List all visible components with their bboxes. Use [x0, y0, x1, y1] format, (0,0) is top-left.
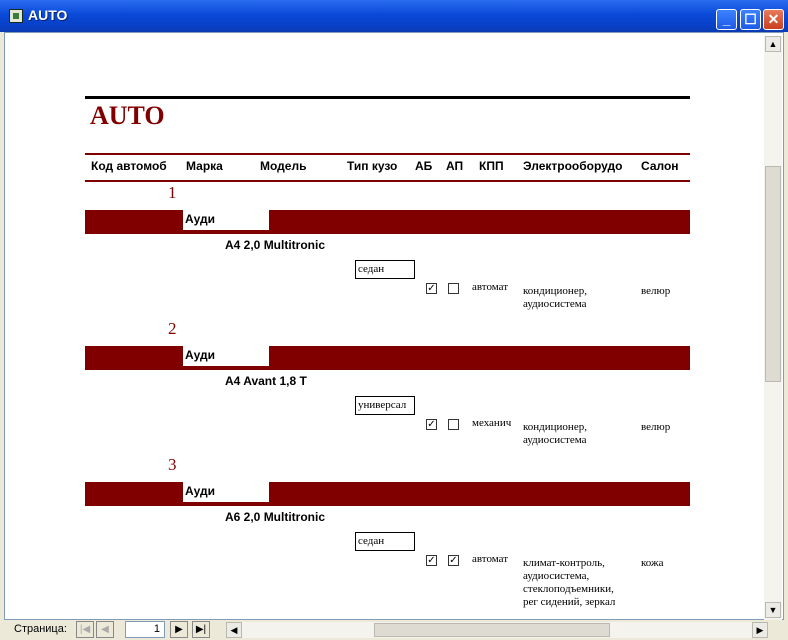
report-icon	[9, 9, 23, 23]
window-title: AUTO	[28, 7, 68, 23]
report-preview: AUTO Код автомоб Марка Модель Тип кузо А…	[4, 32, 784, 620]
model-value: A4 2,0 Multitronic	[225, 238, 326, 252]
title-rule	[85, 96, 690, 99]
electrical-line: стеклоподъемники,	[523, 583, 614, 595]
brand-band: Ауди	[85, 210, 690, 234]
vertical-scrollbar[interactable]: ▲ ▼	[764, 36, 782, 620]
electrical-line: аудиосистема	[523, 434, 587, 446]
report-page: AUTO Код автомоб Марка Модель Тип кузо А…	[5, 33, 783, 619]
brand-band: Ауди	[85, 482, 690, 506]
page-number-input[interactable]: 1	[125, 621, 165, 638]
salon-value: велюр	[641, 285, 671, 297]
vertical-scroll-thumb[interactable]	[765, 166, 781, 382]
brand-value: Ауди	[183, 346, 269, 366]
scroll-up-button[interactable]: ▲	[765, 36, 781, 52]
electrical-line: кондиционер,	[523, 421, 587, 433]
header-rule-top	[85, 153, 690, 155]
model-value: A4 Avant 1,8 T	[225, 374, 307, 388]
scroll-down-icon: ▼	[768, 605, 778, 615]
electrical-line: климат-контроль,	[523, 557, 605, 569]
transmission-value: механич	[472, 417, 512, 429]
last-page-button[interactable]: ▶|	[192, 621, 210, 638]
title-bar[interactable]: AUTO _ ☐ ✕	[0, 0, 788, 32]
electrical-line: рег сидений, зеркал	[523, 596, 616, 608]
first-page-button[interactable]: |◀	[76, 621, 94, 638]
previous-page-icon: ◀	[101, 624, 109, 635]
transmission-value: автомат	[472, 553, 509, 565]
brand-band: Ауди	[85, 346, 690, 370]
scroll-up-icon: ▲	[768, 39, 778, 49]
minimize-button[interactable]: _	[716, 9, 737, 30]
horizontal-scrollbar[interactable]: ◀ ▶	[226, 622, 768, 638]
brand-value: Ауди	[183, 482, 269, 502]
ab-checkbox[interactable]: ✓	[426, 419, 437, 430]
electrical-value: климат-контроль, аудиосистема, стеклоподъе…	[523, 557, 638, 609]
salon-value: кожа	[641, 557, 664, 569]
report-title: AUTO	[90, 101, 165, 130]
ap-checkbox[interactable]	[448, 283, 459, 294]
body-type-value: универсал	[355, 396, 415, 415]
maximize-button[interactable]: ☐	[740, 9, 761, 30]
ap-checkbox[interactable]: ✓	[448, 555, 459, 566]
scroll-right-icon: ▶	[756, 625, 764, 635]
record-number: 1	[168, 183, 177, 202]
electrical-line: кондиционер,	[523, 285, 587, 297]
ab-checkbox[interactable]: ✓	[426, 555, 437, 566]
column-header-brand: Марка	[186, 159, 223, 173]
first-page-icon: |◀	[79, 624, 91, 635]
minimize-icon: _	[722, 11, 731, 27]
horizontal-scroll-thumb[interactable]	[374, 623, 610, 637]
previous-page-button[interactable]: ◀	[96, 621, 114, 638]
electrical-value: кондиционер, аудиосистема	[523, 285, 638, 311]
body-type-value: седан	[355, 532, 415, 551]
transmission-value: автомат	[472, 281, 509, 293]
electrical-line: аудиосистема	[523, 298, 587, 310]
column-header-model: Модель	[260, 159, 307, 173]
body-type-value: седан	[355, 260, 415, 279]
ap-checkbox[interactable]	[448, 419, 459, 430]
close-button[interactable]: ✕	[763, 9, 784, 30]
record-number: 3	[168, 455, 177, 474]
header-rule-bottom	[85, 180, 690, 182]
model-value: A6 2,0 Multitronic	[225, 510, 326, 524]
scroll-left-icon: ◀	[230, 625, 238, 635]
next-page-button[interactable]: ▶	[170, 621, 188, 638]
ab-checkbox[interactable]: ✓	[426, 283, 437, 294]
column-header-ab: АБ	[415, 159, 433, 173]
column-header-body-type: Тип кузо	[347, 159, 398, 173]
column-header-salon: Салон	[641, 159, 679, 173]
last-page-icon: ▶|	[195, 624, 207, 635]
column-header-code: Код автомоб	[91, 159, 167, 173]
close-icon: ✕	[767, 11, 780, 27]
record-number: 2	[168, 319, 177, 338]
electrical-value: кондиционер, аудиосистема	[523, 421, 638, 447]
column-header-ap: АП	[446, 159, 464, 173]
next-page-icon: ▶	[175, 624, 183, 635]
report-window: AUTO _ ☐ ✕ AUTO Код автомоб Марка Модель…	[0, 0, 788, 640]
column-header-kpp: КПП	[479, 159, 504, 173]
maximize-icon: ☐	[744, 11, 757, 27]
brand-value: Ауди	[183, 210, 269, 230]
page-label: Страница:	[14, 623, 67, 635]
navigation-bar: Страница: |◀ ◀ 1 ▶ ▶| ◀ ▶	[0, 620, 788, 640]
scroll-right-button[interactable]: ▶	[752, 622, 768, 638]
scroll-down-button[interactable]: ▼	[765, 602, 781, 618]
salon-value: велюр	[641, 421, 671, 433]
scroll-left-button[interactable]: ◀	[226, 622, 242, 638]
column-header-electrical: Электрооборудо	[523, 159, 623, 173]
electrical-line: аудиосистема,	[523, 570, 590, 582]
